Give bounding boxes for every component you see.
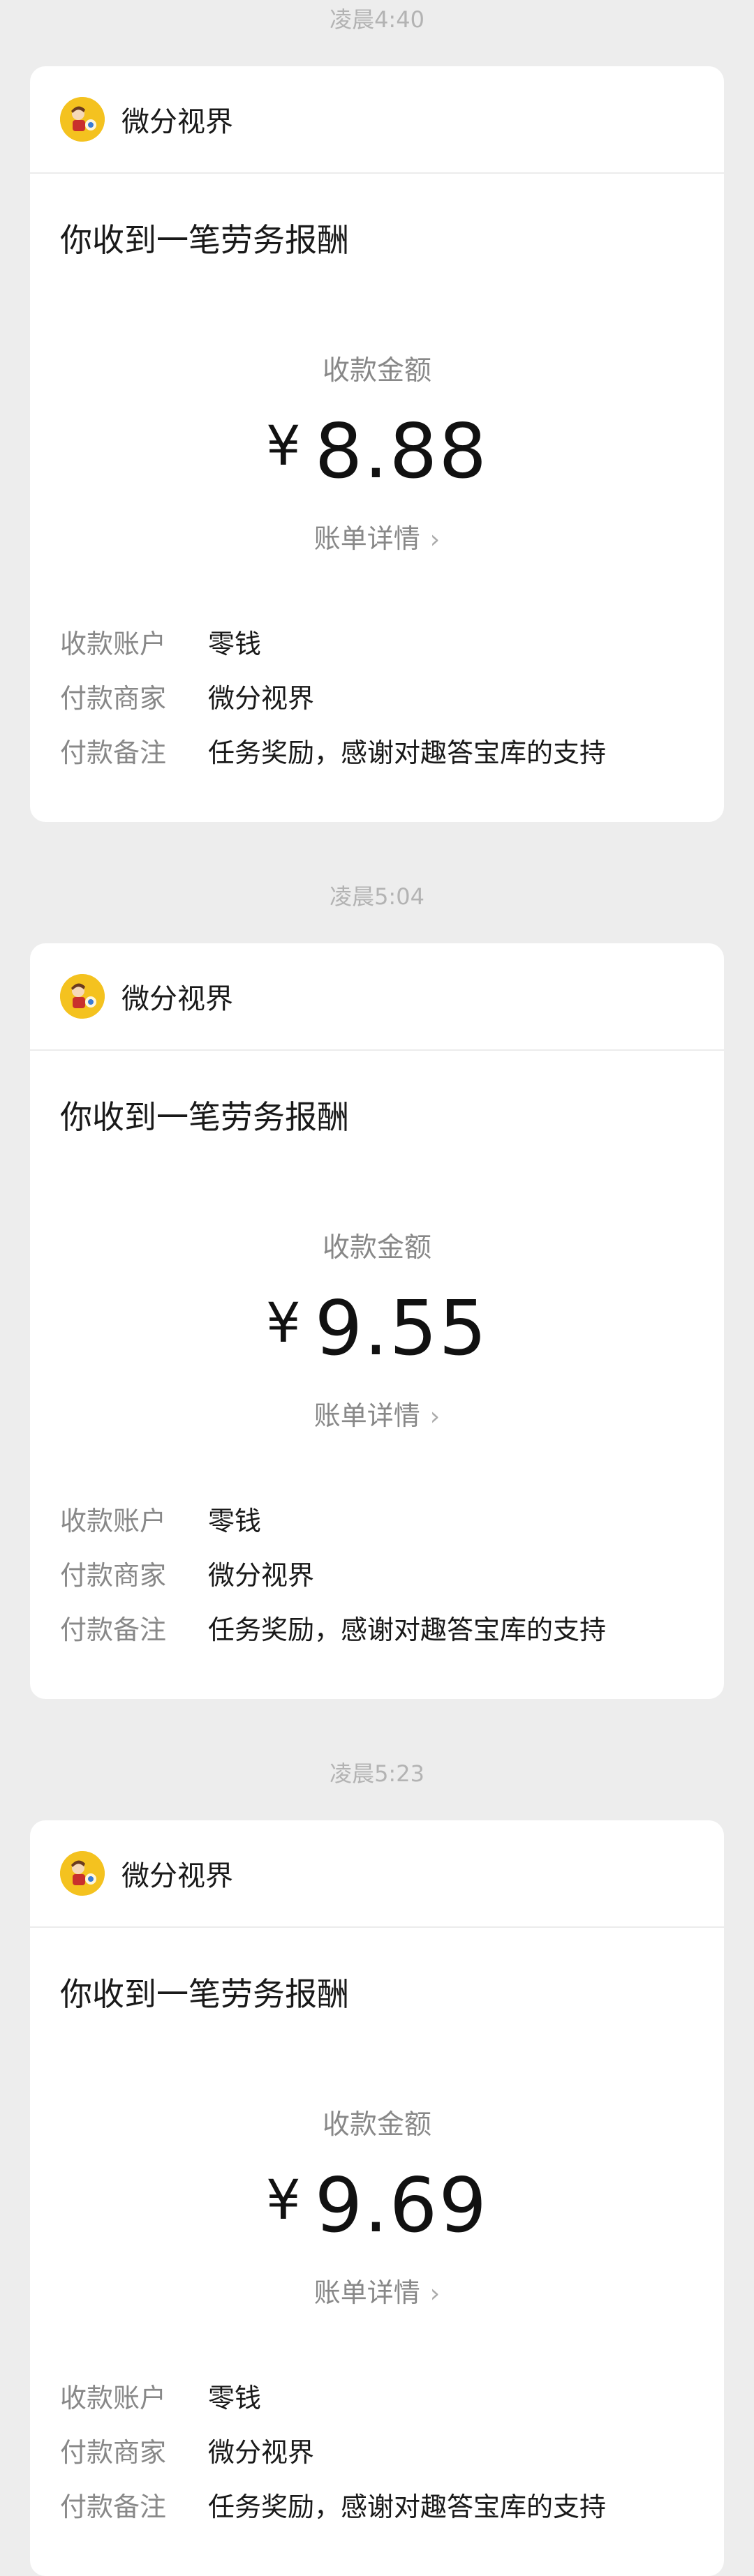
merchant-avatar-icon (60, 97, 105, 142)
detail-key: 收款账户 (60, 1506, 167, 1536)
amount-label: 收款金额 (322, 355, 431, 387)
detail-key: 收款账户 (60, 629, 167, 659)
detail-value: 微分视界 (208, 2437, 315, 2468)
detail-value: 微分视界 (208, 683, 315, 714)
chevron-right-icon: › (429, 1402, 441, 1431)
detail-row-account: 收款账户 零钱 (60, 2381, 261, 2416)
amount-number: 9.69 (314, 2162, 489, 2249)
currency-symbol: ¥ (265, 2169, 302, 2232)
merchant-name: 微分视界 (121, 983, 233, 1015)
detail-row-account: 收款账户 零钱 (60, 1504, 261, 1538)
detail-row-merchant: 付款商家 微分视界 (60, 2435, 314, 2470)
amount-value: ¥9.69 (30, 2155, 724, 2252)
card-title: 你收到一笔劳务报酬 (60, 221, 349, 259)
detail-key: 付款商家 (60, 1560, 167, 1591)
payment-notification-card[interactable]: 微分视界 你收到一笔劳务报酬 收款金额 ¥9.55 账单详情 › 收款账户 零钱 … (30, 943, 724, 1699)
detail-key: 付款备注 (60, 737, 167, 768)
bill-details-link[interactable]: 账单详情 › (30, 517, 724, 555)
detail-key: 收款账户 (60, 2383, 167, 2413)
merchant-name: 微分视界 (121, 1860, 233, 1892)
merchant-avatar-icon (60, 974, 105, 1019)
bill-details-link[interactable]: 账单详情 › (30, 1394, 724, 1432)
merchant-avatar-icon (60, 1851, 105, 1896)
amount-label: 收款金额 (322, 2109, 431, 2141)
detail-value: 零钱 (208, 1506, 262, 1536)
currency-symbol: ¥ (265, 415, 302, 478)
card-header[interactable]: 微分视界 (30, 1820, 724, 1928)
amount-number: 9.55 (314, 1285, 489, 1372)
detail-row-remark: 付款备注 任务奖励，感谢对趣答宝库的支持 (60, 735, 606, 770)
payment-notification-card[interactable]: 微分视界 你收到一笔劳务报酬 收款金额 ¥9.69 账单详情 › 收款账户 零钱 … (30, 1820, 724, 2576)
chevron-right-icon: › (429, 525, 441, 554)
detail-key: 付款备注 (60, 1615, 167, 1645)
detail-value: 零钱 (208, 629, 262, 659)
card-header[interactable]: 微分视界 (30, 66, 724, 174)
message-timestamp: 凌晨4:40 (330, 6, 424, 33)
amount-label: 收款金额 (322, 1232, 431, 1264)
amount-value: ¥9.55 (30, 1278, 724, 1375)
message-timestamp: 凌晨5:04 (330, 883, 424, 910)
detail-value: 任务奖励，感谢对趣答宝库的支持 (208, 2492, 607, 2522)
detail-key: 付款备注 (60, 2492, 167, 2522)
payment-notification-card[interactable]: 微分视界 你收到一笔劳务报酬 收款金额 ¥8.88 账单详情 › 收款账户 零钱 … (30, 66, 724, 822)
card-title: 你收到一笔劳务报酬 (60, 1098, 349, 1136)
detail-value: 微分视界 (208, 1560, 315, 1591)
chevron-right-icon: › (429, 2279, 441, 2308)
card-title: 你收到一笔劳务报酬 (60, 1975, 349, 2013)
detail-key: 付款商家 (60, 683, 167, 714)
bill-details-label: 账单详情 (313, 523, 420, 554)
message-timestamp: 凌晨5:23 (330, 1760, 424, 1787)
card-header[interactable]: 微分视界 (30, 943, 724, 1051)
amount-number: 8.88 (314, 408, 489, 495)
bill-details-label: 账单详情 (313, 2277, 420, 2308)
detail-row-merchant: 付款商家 微分视界 (60, 1558, 314, 1593)
detail-row-remark: 付款备注 任务奖励，感谢对趣答宝库的支持 (60, 1612, 606, 1647)
bill-details-label: 账单详情 (313, 1400, 420, 1431)
bill-details-link[interactable]: 账单详情 › (30, 2271, 724, 2309)
merchant-name: 微分视界 (121, 106, 233, 138)
detail-value: 任务奖励，感谢对趣答宝库的支持 (208, 1615, 607, 1645)
detail-value: 零钱 (208, 2383, 262, 2413)
detail-row-account: 收款账户 零钱 (60, 627, 261, 661)
detail-key: 付款商家 (60, 2437, 167, 2468)
detail-value: 任务奖励，感谢对趣答宝库的支持 (208, 737, 607, 768)
amount-value: ¥8.88 (30, 401, 724, 497)
detail-row-remark: 付款备注 任务奖励，感谢对趣答宝库的支持 (60, 2489, 606, 2524)
detail-row-merchant: 付款商家 微分视界 (60, 681, 314, 716)
currency-symbol: ¥ (265, 1292, 302, 1355)
